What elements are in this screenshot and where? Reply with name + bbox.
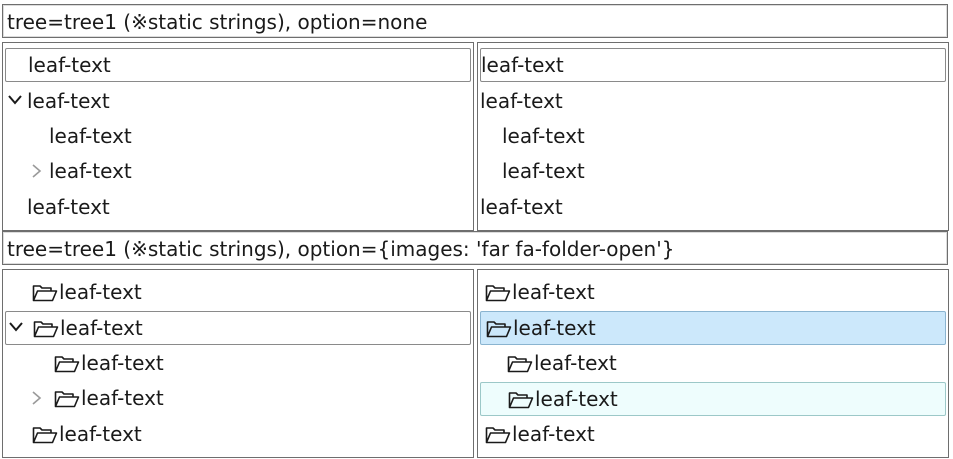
tree-node[interactable]: leaf-text bbox=[480, 417, 946, 451]
tree-node-label: leaf-text bbox=[59, 280, 142, 304]
tree-node-label: leaf-text bbox=[480, 89, 563, 113]
tree-node-label: leaf-text bbox=[49, 124, 132, 148]
tree-node-label: leaf-text bbox=[81, 351, 164, 375]
tree-node[interactable]: leaf-text bbox=[480, 48, 946, 82]
tree-node[interactable]: leaf-text bbox=[5, 417, 471, 451]
tree-node[interactable]: leaf-text bbox=[480, 84, 946, 118]
tree-node-label: leaf-text bbox=[481, 53, 564, 77]
folder-open-icon bbox=[506, 346, 534, 380]
chevron-right-icon[interactable] bbox=[27, 381, 49, 415]
tree-node[interactable]: leaf-text bbox=[5, 154, 471, 188]
tree-node-label: leaf-text bbox=[502, 124, 585, 148]
section-header-option-none: tree=tree1 (※static strings), option=non… bbox=[2, 4, 948, 38]
tree-node[interactable]: leaf-text bbox=[5, 381, 471, 415]
tree-node[interactable]: leaf-text bbox=[5, 275, 471, 309]
tree-node-label: leaf-text bbox=[480, 195, 563, 219]
tree-node-selected[interactable]: leaf-text bbox=[480, 311, 946, 345]
tree-node-label: leaf-text bbox=[59, 422, 142, 446]
chevron-down-icon[interactable] bbox=[6, 311, 28, 345]
tree-node-label: leaf-text bbox=[535, 387, 618, 411]
chevron-right-icon[interactable] bbox=[27, 154, 49, 188]
tree-node[interactable]: leaf-text bbox=[5, 311, 471, 345]
tree-node[interactable]: leaf-text bbox=[5, 190, 471, 224]
folder-open-icon bbox=[484, 417, 512, 451]
tree-node-label: leaf-text bbox=[60, 316, 143, 340]
tree-node[interactable]: leaf-text bbox=[480, 119, 946, 153]
tree-node-label: leaf-text bbox=[512, 422, 595, 446]
folder-open-icon bbox=[53, 346, 81, 380]
tree-panel-left-folders: leaf-text leaf-text leaf-text leaf-text … bbox=[2, 269, 474, 458]
tree-node[interactable]: leaf-text bbox=[480, 275, 946, 309]
tree-node-label: leaf-text bbox=[513, 316, 596, 340]
tree-node-hovered[interactable]: leaf-text bbox=[480, 382, 946, 416]
tree-node-label: leaf-text bbox=[81, 386, 164, 410]
tree-node-label: leaf-text bbox=[534, 351, 617, 375]
tree-node[interactable]: leaf-text bbox=[5, 48, 471, 82]
tree-node-label: leaf-text bbox=[27, 89, 110, 113]
tree-node[interactable]: leaf-text bbox=[5, 84, 471, 118]
chevron-down-icon[interactable] bbox=[5, 84, 27, 118]
folder-open-icon bbox=[31, 417, 59, 451]
tree-node[interactable]: leaf-text bbox=[5, 346, 471, 380]
folder-open-icon bbox=[32, 311, 60, 345]
section-header-option-images: tree=tree1 (※static strings), option={im… bbox=[2, 231, 948, 265]
tree-node-label: leaf-text bbox=[512, 280, 595, 304]
tree-panel-right-folders: leaf-text leaf-text leaf-text leaf-text bbox=[477, 269, 949, 458]
tree-node[interactable]: leaf-text bbox=[5, 119, 471, 153]
tree-node-label: leaf-text bbox=[502, 159, 585, 183]
folder-open-icon bbox=[484, 275, 512, 309]
tree-node[interactable]: leaf-text bbox=[480, 190, 946, 224]
tree-node-label: leaf-text bbox=[28, 53, 111, 77]
folder-open-icon bbox=[53, 381, 81, 415]
tree-demo-page: tree=tree1 (※static strings), option=non… bbox=[0, 0, 953, 459]
tree-panel-right-plain: leaf-text leaf-text leaf-text leaf-text … bbox=[477, 42, 949, 231]
tree-panel-left-plain: leaf-text leaf-text leaf-text leaf-text … bbox=[2, 42, 474, 231]
folder-open-icon bbox=[485, 311, 513, 345]
folder-open-icon bbox=[31, 275, 59, 309]
tree-node-label: leaf-text bbox=[27, 195, 110, 219]
tree-node-label: leaf-text bbox=[49, 159, 132, 183]
folder-open-icon bbox=[507, 382, 535, 416]
tree-node[interactable]: leaf-text bbox=[480, 154, 946, 188]
tree-node[interactable]: leaf-text bbox=[480, 346, 946, 380]
